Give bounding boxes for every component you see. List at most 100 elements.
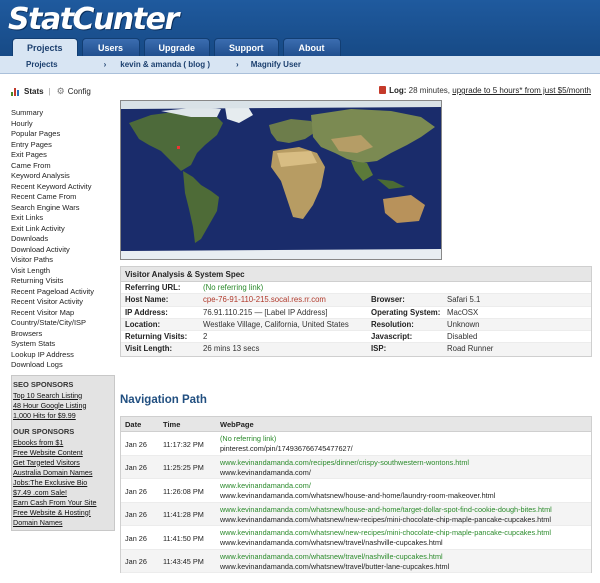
sidebar-item[interactable]: System Stats <box>11 339 115 350</box>
row-date: Jan 26 <box>125 533 147 543</box>
ip-row: IP Address: 76.91.110.215 — [Label IP Ad… <box>121 307 591 319</box>
sponsor-link[interactable]: 48 Hour Google Listing <box>12 401 114 411</box>
sponsor-link[interactable]: 1,000 Hits for $9.99 <box>12 411 114 421</box>
row-time: 11:26:08 PM <box>163 486 204 496</box>
referring-url-value: (No referring link) <box>203 283 264 292</box>
navigation-path-title: Navigation Path <box>120 394 207 406</box>
tab-projects[interactable]: Projects <box>12 38 78 56</box>
row-page-link[interactable]: www.kevinandamanda.com/ <box>220 468 311 477</box>
row-time: 11:17:32 PM <box>163 439 204 449</box>
sponsor-link[interactable]: Earn Cash From Your Site <box>12 498 114 508</box>
row-referrer-link[interactable]: www.kevinandamanda.com/whatsnew/new-reci… <box>220 528 551 537</box>
visitor-analysis-panel: Visitor Analysis & System Spec Referring… <box>120 266 592 357</box>
visit-length-row: Visit Length: 26 mins 13 secs ISP: Road … <box>121 343 591 356</box>
row-date: Jan 26 <box>125 510 147 519</box>
log-label: Log: <box>389 86 407 95</box>
sidebar-item[interactable]: Visit Length <box>11 266 115 277</box>
browser-value: Safari 5.1 <box>447 295 481 305</box>
breadcrumb-magnify-user[interactable]: Magnify User <box>239 60 301 69</box>
sidebar-item[interactable]: Recent Visitor Map <box>11 308 115 319</box>
sidebar-item[interactable]: Entry Pages <box>11 140 115 151</box>
statcounter-logo[interactable]: StatCunter <box>8 2 179 37</box>
sidebar-item[interactable]: Recent Visitor Activity <box>11 297 115 308</box>
sidebar-item[interactable]: Exit Link Activity <box>11 224 115 235</box>
log-info: Log: 28 minutes, upgrade to 5 hours* fro… <box>379 86 591 95</box>
sponsor-link[interactable]: Ebooks from $1 <box>12 438 114 448</box>
sidebar-item[interactable]: Popular Pages <box>11 129 115 140</box>
row-referrer-link[interactable]: (No referring link) <box>220 434 276 443</box>
row-page-link[interactable]: www.kevinandamanda.com/whatsnew/new-reci… <box>220 515 551 524</box>
row-referrer-link[interactable]: www.kevinandamanda.com/ <box>220 481 311 490</box>
world-map-image <box>121 101 441 259</box>
chevron-right-icon: › <box>236 60 239 69</box>
row-page-link[interactable]: pinterest.com/pin/174936766745477627/ <box>220 444 353 453</box>
sponsor-link[interactable]: Australia Domain Names <box>12 468 114 478</box>
sidebar-item[interactable]: Lookup IP Address <box>11 350 115 361</box>
sidebar-item[interactable]: Keyword Analysis <box>11 171 115 182</box>
breadcrumb-project[interactable]: kevin & amanda ( blog ) <box>106 60 210 69</box>
tab-upgrade[interactable]: Upgrade <box>143 38 211 56</box>
tab-about[interactable]: About <box>282 38 341 56</box>
seo-links: Top 10 Search Listing 48 Hour Google List… <box>12 391 114 421</box>
location-row: Location: Westlake Village, California, … <box>121 318 591 332</box>
sidebar-item[interactable]: Search Engine Wars <box>11 203 115 214</box>
stats-config-bar: Stats | ⚙ Config <box>11 86 91 97</box>
visitor-world-map <box>120 100 442 260</box>
sponsor-link[interactable]: Get Targeted Visitors <box>12 458 114 468</box>
sidebar-item[interactable]: Exit Pages <box>11 150 115 161</box>
sidebar-item[interactable]: Recent Keyword Activity <box>11 182 115 193</box>
seo-sponsors-title: SEO SPONSORS <box>13 379 74 389</box>
resolution-value: Unknown <box>447 319 480 329</box>
sidebar-menu: Summary Hourly Popular Pages Entry Pages Exi… <box>11 108 115 371</box>
sponsor-link[interactable]: Domain Names <box>12 518 114 528</box>
breadcrumb: Projects › kevin & amanda ( blog ) › Mag… <box>0 56 600 74</box>
row-page-link[interactable]: www.kevinandamanda.com/whatsnew/house-an… <box>220 491 495 500</box>
upgrade-link[interactable]: upgrade to 5 hours* from just $5/month <box>452 86 591 95</box>
row-referrer-link[interactable]: www.kevinandamanda.com/whatsnew/travel/n… <box>220 552 443 561</box>
sidebar-item[interactable]: Downloads <box>11 234 115 245</box>
row-page-link[interactable]: www.kevinandamanda.com/whatsnew/travel/n… <box>220 538 443 547</box>
ip-address-value[interactable]: 76.91.110.215 — [Label IP Address] <box>203 307 328 319</box>
sidebar-item[interactable]: Summary <box>11 108 115 119</box>
tab-support[interactable]: Support <box>214 38 279 56</box>
sidebar-item[interactable]: Recent Pageload Activity <box>11 287 115 298</box>
stats-link[interactable]: Stats <box>24 87 44 96</box>
sidebar-item[interactable]: Download Activity <box>11 245 115 256</box>
sponsor-link[interactable]: Top 10 Search Listing <box>12 391 114 401</box>
sponsor-link[interactable]: Free Website Content <box>12 448 114 458</box>
javascript-value: Disabled <box>447 332 478 342</box>
row-date: Jan 26 <box>125 439 147 449</box>
os-value: MacOSX <box>447 307 479 317</box>
sidebar-item[interactable]: Visitor Paths <box>11 255 115 266</box>
row-referrer-link[interactable]: www.kevinandamanda.com/recipes/dinner/cr… <box>220 458 469 467</box>
sidebar-item[interactable]: Recent Came From <box>11 192 115 203</box>
table-row: Jan 26 11:41:28 PM www.kevinandamanda.com/… <box>121 502 591 526</box>
sponsor-link[interactable]: Free Website & Hosting! <box>12 508 114 518</box>
sidebar-item[interactable]: Exit Links <box>11 213 115 224</box>
table-row: Jan 26 11:17:32 PM (No referring link) pint… <box>121 432 591 456</box>
sidebar-item[interactable]: Browsers <box>11 329 115 340</box>
sidebar-item[interactable]: Returning Visits <box>11 276 115 287</box>
breadcrumb-projects[interactable]: Projects <box>0 60 58 69</box>
isp-value: Road Runner <box>447 344 494 354</box>
table-header: Date Time WebPage <box>121 417 591 432</box>
our-links: Ebooks from $1 Free Website Content Get Ta… <box>12 438 114 528</box>
sidebar: Summary Hourly Popular Pages Entry Pages Exi… <box>11 108 115 531</box>
tab-users[interactable]: Users <box>81 38 140 56</box>
row-date: Jan 26 <box>125 486 147 496</box>
sidebar-item[interactable]: Country/State/City/ISP <box>11 318 115 329</box>
sponsor-box: SEO SPONSORS Top 10 Search Listing 48 Hou… <box>11 374 115 531</box>
lock-icon <box>379 86 387 94</box>
sponsor-link[interactable]: Jobs:The Exclusive Bio <box>12 478 114 488</box>
sidebar-item[interactable]: Hourly <box>11 119 115 130</box>
header: StatCunter Projects Users Upgrade Suppor… <box>0 0 600 56</box>
chevron-right-icon: › <box>103 60 107 69</box>
row-referrer-link[interactable]: www.kevinandamanda.com/whatsnew/house-an… <box>220 505 552 514</box>
row-time: 11:41:28 PM <box>163 510 204 519</box>
config-link[interactable]: Config <box>68 87 91 96</box>
sponsor-link[interactable]: $7.49 .com Sale! <box>12 488 114 498</box>
sidebar-item[interactable]: Download Logs <box>11 360 115 371</box>
referring-url-row: Referring URL: (No referring link) <box>121 282 591 295</box>
row-page-link[interactable]: www.kevinandamanda.com/whatsnew/travel/b… <box>220 562 449 571</box>
sidebar-item[interactable]: Came From <box>11 161 115 172</box>
